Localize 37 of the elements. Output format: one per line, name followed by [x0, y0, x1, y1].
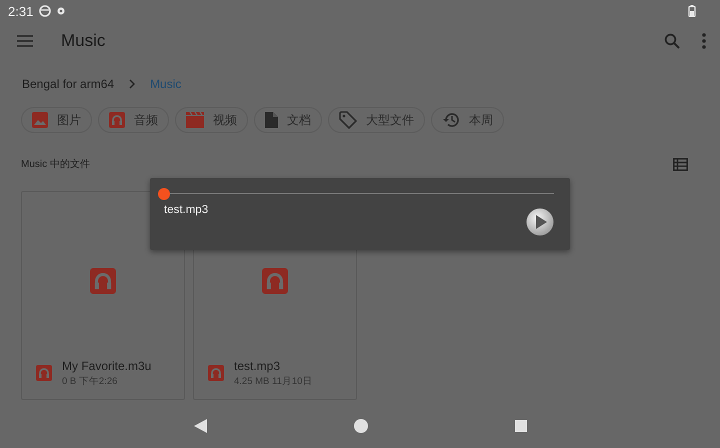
file-name: test.mp3 [234, 358, 282, 372]
filter-chip[interactable]: 大型文件 [328, 107, 425, 133]
filter-chip[interactable]: 视频 [175, 107, 248, 133]
back-button[interactable] [194, 419, 206, 433]
home-button[interactable] [354, 419, 368, 433]
toolbar-title: Music [61, 31, 106, 51]
filter-chip[interactable]: 本周 [431, 107, 504, 133]
filter-chip[interactable]: 文档 [254, 107, 322, 133]
more-options-button[interactable] [702, 33, 706, 49]
chevron-icon [128, 79, 136, 89]
filter-chip[interactable]: 图片 [21, 107, 92, 133]
clapperboard-icon [186, 112, 204, 128]
headphones-icon [262, 268, 288, 294]
section-title: Music 中的文件 [21, 158, 90, 171]
breadcrumb-item[interactable]: Music [150, 77, 182, 91]
status-time: 2:31 [8, 4, 34, 18]
document-icon [265, 112, 278, 128]
menu-button[interactable] [16, 34, 34, 48]
seek-thumb[interactable] [158, 188, 170, 200]
headphones-icon [90, 268, 116, 294]
headphones-icon [208, 365, 224, 381]
tag-icon [339, 111, 357, 129]
headphones-icon [109, 112, 125, 128]
track-name: test.mp3 [164, 204, 208, 216]
history-icon [442, 112, 460, 128]
list-view-button[interactable] [673, 158, 688, 170]
play-button[interactable] [526, 208, 554, 236]
recents-button[interactable] [514, 420, 526, 432]
file-name: My Favorite.m3u [62, 358, 152, 372]
notification-icon [39, 5, 52, 17]
search-button[interactable] [664, 33, 680, 49]
battery-icon [688, 5, 696, 17]
headphones-icon [36, 365, 52, 381]
image-icon [32, 112, 48, 128]
breadcrumb-item[interactable]: Bengal for arm64 [22, 77, 114, 91]
filter-chip[interactable]: 音频 [98, 107, 169, 133]
seek-bar[interactable] [158, 188, 554, 200]
